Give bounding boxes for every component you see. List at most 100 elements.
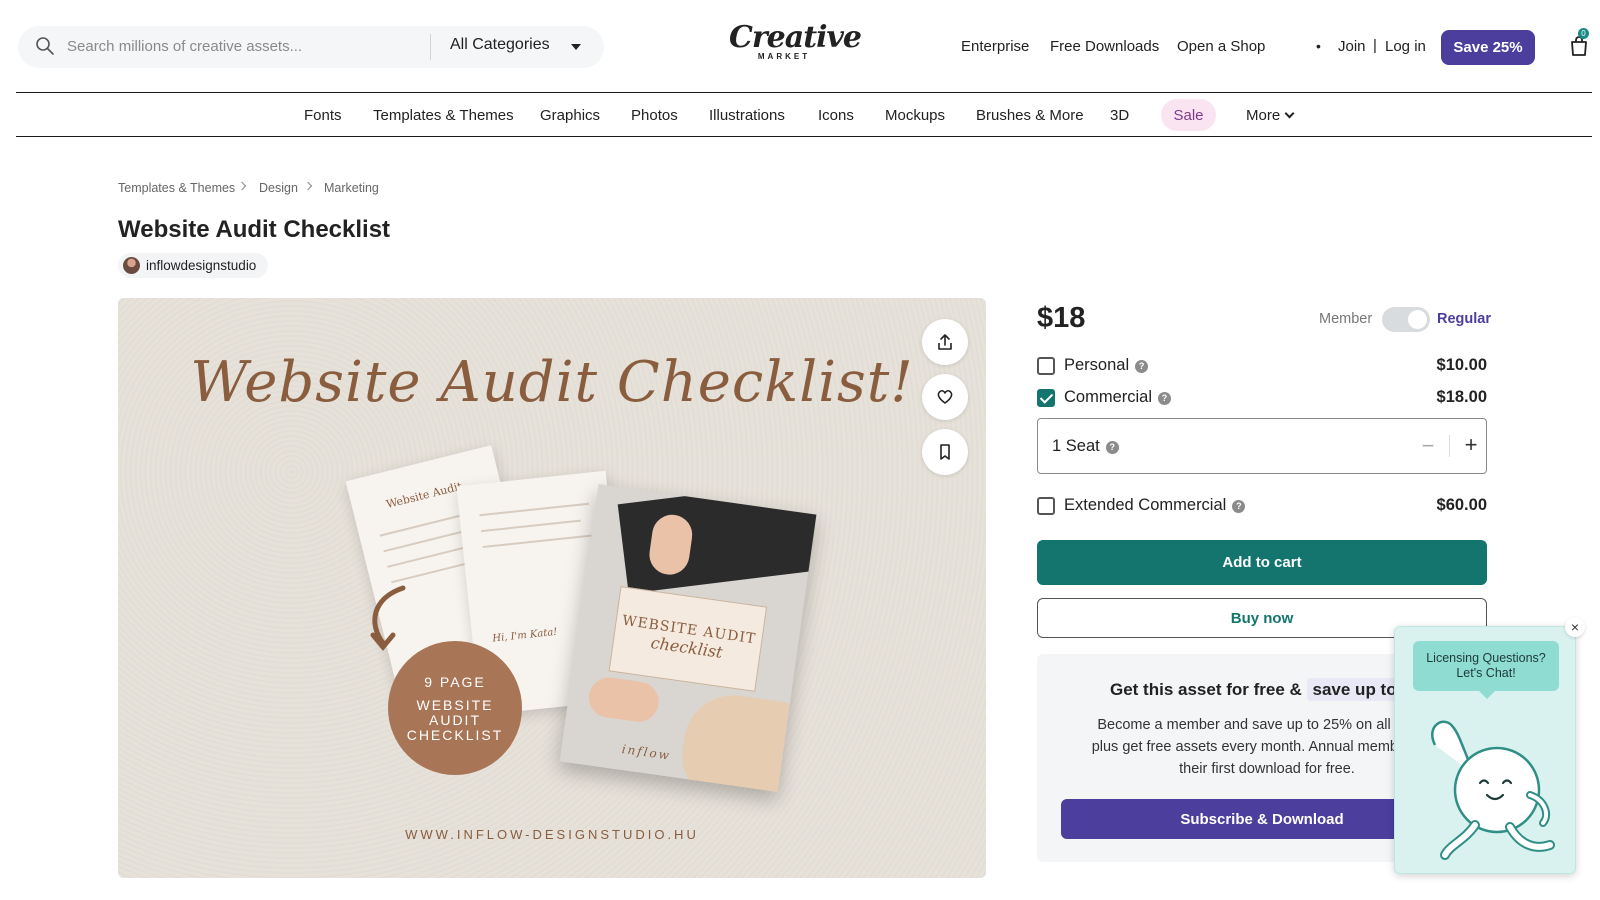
regular-label: Regular bbox=[1437, 311, 1491, 327]
sheet1-heading: Website Audit bbox=[384, 479, 464, 512]
cat-brushes-more[interactable]: Brushes & More bbox=[976, 107, 1084, 124]
license-label: Personal bbox=[1064, 356, 1130, 374]
license-name: Commercial? bbox=[1064, 388, 1172, 407]
cart-count-badge: 0 bbox=[1578, 28, 1589, 39]
promo-body: Become a member and save up to 25% on al… bbox=[1091, 717, 1443, 777]
chevron-right-icon bbox=[303, 181, 313, 191]
sheet-line bbox=[479, 502, 590, 517]
license-name: Personal? bbox=[1064, 356, 1149, 375]
chevron-down-icon[interactable] bbox=[571, 44, 581, 50]
hero-script-title: Website Audit Checklist! bbox=[190, 350, 914, 415]
hero-website-url: WWW.INFLOW-DESIGNSTUDIO.HU bbox=[405, 827, 699, 842]
cat-icons[interactable]: Icons bbox=[818, 107, 854, 124]
license-price: $18.00 bbox=[1436, 388, 1487, 406]
help-icon[interactable]: ? bbox=[1105, 441, 1119, 454]
nine-page-badge: 9 PAGE WEBSITE AUDIT CHECKLIST bbox=[388, 641, 522, 775]
join-link[interactable]: Join bbox=[1338, 38, 1366, 55]
help-icon[interactable]: ? bbox=[1158, 392, 1172, 405]
chevron-down-icon bbox=[1284, 108, 1295, 119]
save-25-button[interactable]: Save 25% bbox=[1441, 30, 1535, 65]
chat-widget[interactable]: Licensing Questions? Let's Chat! bbox=[1394, 626, 1576, 874]
heart-icon bbox=[937, 390, 953, 404]
laptop-photo-card: WEBSITE AUDIT checklist inflow bbox=[559, 484, 817, 792]
chat-line-2: Let's Chat! bbox=[1456, 666, 1516, 680]
license-personal[interactable]: Personal? $10.00 bbox=[1037, 354, 1487, 378]
cat-sale[interactable]: Sale bbox=[1161, 99, 1216, 131]
mascot-illustration bbox=[1431, 720, 1555, 860]
promo-title: Get this asset for free & save up to 25% bbox=[1110, 678, 1442, 701]
logo-script: Creative bbox=[729, 20, 862, 55]
member-regular-toggle[interactable] bbox=[1382, 307, 1430, 332]
license-label: Commercial bbox=[1064, 388, 1153, 406]
chat-prompt-bubble[interactable]: Licensing Questions? Let's Chat! bbox=[1413, 641, 1559, 699]
website-audit-card: WEBSITE AUDIT checklist bbox=[608, 586, 768, 692]
cat-photos[interactable]: Photos bbox=[631, 107, 678, 124]
share-icon bbox=[938, 334, 952, 350]
help-icon[interactable]: ? bbox=[1232, 500, 1246, 513]
personal-checkbox[interactable] bbox=[1037, 357, 1055, 375]
license-extended-commercial[interactable]: Extended Commercial? $60.00 bbox=[1037, 494, 1487, 518]
bookmark-button[interactable] bbox=[922, 429, 968, 475]
categories-dropdown[interactable]: All Categories bbox=[450, 36, 550, 54]
toggle-knob bbox=[1408, 310, 1427, 329]
nav-dot: • bbox=[1316, 38, 1321, 54]
bookmark-icon bbox=[940, 444, 950, 460]
nav-free-downloads[interactable]: Free Downloads bbox=[1050, 38, 1159, 55]
seat-plus-button[interactable]: + bbox=[1457, 431, 1485, 459]
nav-enterprise[interactable]: Enterprise bbox=[961, 38, 1029, 55]
page-title: Website Audit Checklist bbox=[118, 216, 391, 243]
card-brand: inflow bbox=[620, 741, 672, 763]
commercial-checkbox[interactable] bbox=[1037, 389, 1055, 407]
badge-line-1: 9 PAGE bbox=[424, 673, 486, 690]
cat-more-label: More bbox=[1246, 107, 1281, 124]
author-name: inflowdesignstudio bbox=[146, 258, 257, 273]
nav-separator: | bbox=[1373, 37, 1377, 54]
hand bbox=[586, 674, 662, 725]
help-icon[interactable]: ? bbox=[1135, 360, 1149, 373]
sheet-line bbox=[481, 519, 581, 533]
badge-line-2: WEBSITE bbox=[416, 696, 494, 713]
breadcrumb-marketing[interactable]: Marketing bbox=[324, 181, 379, 195]
nav-open-a-shop[interactable]: Open a Shop bbox=[1177, 38, 1265, 55]
seat-minus-button[interactable]: − bbox=[1414, 432, 1442, 460]
extended-commercial-checkbox[interactable] bbox=[1037, 497, 1055, 515]
license-price: $60.00 bbox=[1436, 496, 1487, 514]
cat-3d[interactable]: 3D bbox=[1110, 107, 1129, 124]
badge-line-4: CHECKLIST bbox=[406, 726, 504, 743]
add-to-cart-button[interactable]: Add to cart bbox=[1037, 540, 1487, 585]
license-commercial[interactable]: Commercial? $18.00 bbox=[1037, 386, 1487, 410]
breadcrumb-design[interactable]: Design bbox=[259, 181, 298, 195]
sheet-line bbox=[482, 534, 593, 549]
cat-templates-themes[interactable]: Templates & Themes bbox=[373, 107, 514, 124]
cat-fonts[interactable]: Fonts bbox=[304, 107, 342, 124]
search-divider bbox=[430, 34, 431, 60]
login-link[interactable]: Log in bbox=[1385, 38, 1426, 55]
chevron-right-icon bbox=[237, 181, 247, 191]
product-price: $18 bbox=[1037, 302, 1086, 334]
chat-close-button[interactable]: × bbox=[1565, 617, 1585, 637]
license-label: Extended Commercial bbox=[1064, 496, 1227, 514]
cat-mockups[interactable]: Mockups bbox=[885, 107, 945, 124]
like-button[interactable] bbox=[922, 374, 968, 420]
site-header: Search millions of creative assets... Al… bbox=[16, 0, 1592, 93]
category-nav: Fonts Templates & Themes Graphics Photos… bbox=[16, 93, 1592, 137]
cat-illustrations[interactable]: Illustrations bbox=[709, 107, 785, 124]
cat-graphics[interactable]: Graphics bbox=[540, 107, 600, 124]
share-button[interactable] bbox=[922, 319, 968, 365]
license-name: Extended Commercial? bbox=[1064, 496, 1246, 515]
member-label: Member bbox=[1319, 311, 1373, 327]
promo-title-a: Get this asset for free & bbox=[1110, 680, 1302, 699]
seat-count: 1 Seat bbox=[1052, 437, 1100, 455]
product-preview-image[interactable]: Website Audit Checklist! Website Audit H… bbox=[118, 298, 986, 878]
search-icon bbox=[36, 37, 54, 55]
seat-stepper: 1 Seat? − + bbox=[1037, 418, 1487, 474]
search-input[interactable]: Search millions of creative assets... bbox=[67, 38, 302, 55]
creative-market-logo[interactable]: Creative MARKET bbox=[729, 20, 862, 62]
cat-more[interactable]: More bbox=[1246, 107, 1295, 124]
breadcrumb-templates-themes[interactable]: Templates & Themes bbox=[118, 181, 235, 195]
curved-arrow-icon bbox=[370, 585, 406, 651]
author-chip[interactable]: inflowdesignstudio bbox=[118, 253, 269, 278]
stepper-divider bbox=[1449, 435, 1450, 457]
search-bar[interactable]: Search millions of creative assets... Al… bbox=[18, 26, 604, 68]
avatar bbox=[123, 257, 140, 274]
